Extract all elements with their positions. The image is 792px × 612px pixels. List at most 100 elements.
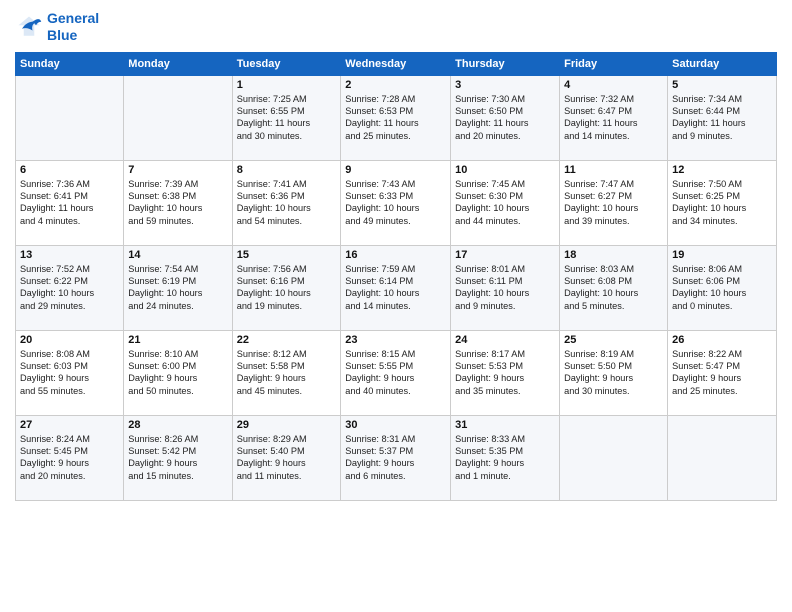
calendar-cell: 6 Sunrise: 7:36 AMSunset: 6:41 PMDaylight… (16, 160, 124, 245)
day-info: Sunrise: 8:29 AMSunset: 5:40 PMDaylight:… (237, 433, 337, 483)
calendar-cell (668, 415, 777, 500)
day-info: Sunrise: 7:59 AMSunset: 6:14 PMDaylight:… (345, 263, 446, 313)
day-number: 11 (564, 164, 663, 176)
day-info: Sunrise: 8:17 AMSunset: 5:53 PMDaylight:… (455, 348, 555, 398)
day-info: Sunrise: 7:56 AMSunset: 6:16 PMDaylight:… (237, 263, 337, 313)
weekday-header-thursday: Thursday (451, 52, 560, 75)
weekday-header-tuesday: Tuesday (232, 52, 341, 75)
calendar-cell: 1 Sunrise: 7:25 AMSunset: 6:55 PMDaylight… (232, 75, 341, 160)
day-number: 3 (455, 79, 555, 91)
calendar-cell: 4Sunrise: 7:32 AMSunset: 6:47 PMDaylight… (560, 75, 668, 160)
calendar-cell: 21 Sunrise: 8:10 AMSunset: 6:00 PMDayligh… (124, 330, 232, 415)
day-number: 29 (237, 419, 337, 431)
day-number: 30 (345, 419, 446, 431)
calendar-cell (124, 75, 232, 160)
calendar-week-2: 6 Sunrise: 7:36 AMSunset: 6:41 PMDaylight… (16, 160, 777, 245)
day-info: Sunrise: 8:22 AMSunset: 5:47 PMDaylight:… (672, 348, 772, 398)
calendar-table: SundayMondayTuesdayWednesdayThursdayFrid… (15, 52, 777, 501)
day-info: Sunrise: 8:15 AMSunset: 5:55 PMDaylight:… (345, 348, 446, 398)
calendar-cell: 7Sunrise: 7:39 AMSunset: 6:38 PMDaylight… (124, 160, 232, 245)
calendar-cell: 12 Sunrise: 7:50 AMSunset: 6:25 PMDayligh… (668, 160, 777, 245)
day-number: 19 (672, 249, 772, 261)
calendar-cell: 2 Sunrise: 7:28 AMSunset: 6:53 PMDaylight… (341, 75, 451, 160)
day-number: 9 (345, 164, 446, 176)
day-info: Sunrise: 7:39 AMSunset: 6:38 PMDaylight:… (128, 178, 227, 228)
calendar-cell: 18 Sunrise: 8:03 AMSunset: 6:08 PMDayligh… (560, 245, 668, 330)
calendar-cell: 14Sunrise: 7:54 AMSunset: 6:19 PMDayligh… (124, 245, 232, 330)
day-number: 25 (564, 334, 663, 346)
calendar-cell: 9 Sunrise: 7:43 AMSunset: 6:33 PMDaylight… (341, 160, 451, 245)
weekday-header-monday: Monday (124, 52, 232, 75)
day-info: Sunrise: 7:30 AMSunset: 6:50 PMDaylight:… (455, 93, 555, 143)
calendar-cell: 28 Sunrise: 8:26 AMSunset: 5:42 PMDayligh… (124, 415, 232, 500)
calendar-cell: 11 Sunrise: 7:47 AMSunset: 6:27 PMDayligh… (560, 160, 668, 245)
day-info: Sunrise: 7:47 AMSunset: 6:27 PMDaylight:… (564, 178, 663, 228)
calendar-cell: 26 Sunrise: 8:22 AMSunset: 5:47 PMDayligh… (668, 330, 777, 415)
calendar-cell: 27Sunrise: 8:24 AMSunset: 5:45 PMDayligh… (16, 415, 124, 500)
logo-text: General Blue (47, 10, 99, 44)
calendar-week-5: 27Sunrise: 8:24 AMSunset: 5:45 PMDayligh… (16, 415, 777, 500)
day-info: Sunrise: 8:26 AMSunset: 5:42 PMDaylight:… (128, 433, 227, 483)
day-number: 13 (20, 249, 119, 261)
day-number: 28 (128, 419, 227, 431)
day-number: 8 (237, 164, 337, 176)
calendar-cell: 3 Sunrise: 7:30 AMSunset: 6:50 PMDaylight… (451, 75, 560, 160)
calendar-cell: 29 Sunrise: 8:29 AMSunset: 5:40 PMDayligh… (232, 415, 341, 500)
day-info: Sunrise: 7:43 AMSunset: 6:33 PMDaylight:… (345, 178, 446, 228)
calendar-cell: 5Sunrise: 7:34 AMSunset: 6:44 PMDaylight… (668, 75, 777, 160)
day-number: 24 (455, 334, 555, 346)
weekday-header-sunday: Sunday (16, 52, 124, 75)
calendar-cell: 8 Sunrise: 7:41 AMSunset: 6:36 PMDaylight… (232, 160, 341, 245)
page-container: General Blue SundayMondayTuesdayWednesda… (0, 0, 792, 612)
day-info: Sunrise: 7:50 AMSunset: 6:25 PMDaylight:… (672, 178, 772, 228)
day-number: 20 (20, 334, 119, 346)
day-number: 5 (672, 79, 772, 91)
day-number: 22 (237, 334, 337, 346)
calendar-cell: 24 Sunrise: 8:17 AMSunset: 5:53 PMDayligh… (451, 330, 560, 415)
day-info: Sunrise: 7:32 AMSunset: 6:47 PMDaylight:… (564, 93, 663, 143)
calendar-cell: 25Sunrise: 8:19 AMSunset: 5:50 PMDayligh… (560, 330, 668, 415)
day-number: 10 (455, 164, 555, 176)
day-number: 21 (128, 334, 227, 346)
calendar-cell: 15 Sunrise: 7:56 AMSunset: 6:16 PMDayligh… (232, 245, 341, 330)
weekday-header-friday: Friday (560, 52, 668, 75)
day-info: Sunrise: 8:33 AMSunset: 5:35 PMDaylight:… (455, 433, 555, 483)
day-number: 26 (672, 334, 772, 346)
day-number: 6 (20, 164, 119, 176)
calendar-cell: 20 Sunrise: 8:08 AMSunset: 6:03 PMDayligh… (16, 330, 124, 415)
calendar-cell: 22Sunrise: 8:12 AMSunset: 5:58 PMDayligh… (232, 330, 341, 415)
calendar-cell: 13 Sunrise: 7:52 AMSunset: 6:22 PMDayligh… (16, 245, 124, 330)
calendar-week-1: 1 Sunrise: 7:25 AMSunset: 6:55 PMDaylight… (16, 75, 777, 160)
day-info: Sunrise: 7:36 AMSunset: 6:41 PMDaylight:… (20, 178, 119, 228)
day-info: Sunrise: 8:06 AMSunset: 6:06 PMDaylight:… (672, 263, 772, 313)
day-number: 27 (20, 419, 119, 431)
calendar-cell: 10 Sunrise: 7:45 AMSunset: 6:30 PMDayligh… (451, 160, 560, 245)
day-info: Sunrise: 7:52 AMSunset: 6:22 PMDaylight:… (20, 263, 119, 313)
day-number: 23 (345, 334, 446, 346)
day-info: Sunrise: 7:45 AMSunset: 6:30 PMDaylight:… (455, 178, 555, 228)
day-info: Sunrise: 8:01 AMSunset: 6:11 PMDaylight:… (455, 263, 555, 313)
day-number: 1 (237, 79, 337, 91)
calendar-cell: 23 Sunrise: 8:15 AMSunset: 5:55 PMDayligh… (341, 330, 451, 415)
day-info: Sunrise: 7:28 AMSunset: 6:53 PMDaylight:… (345, 93, 446, 143)
day-info: Sunrise: 7:41 AMSunset: 6:36 PMDaylight:… (237, 178, 337, 228)
day-number: 14 (128, 249, 227, 261)
day-info: Sunrise: 8:10 AMSunset: 6:00 PMDaylight:… (128, 348, 227, 398)
day-info: Sunrise: 8:31 AMSunset: 5:37 PMDaylight:… (345, 433, 446, 483)
day-number: 2 (345, 79, 446, 91)
calendar-cell: 19 Sunrise: 8:06 AMSunset: 6:06 PMDayligh… (668, 245, 777, 330)
weekday-header-wednesday: Wednesday (341, 52, 451, 75)
calendar-cell (16, 75, 124, 160)
header: General Blue (15, 10, 777, 44)
day-info: Sunrise: 8:03 AMSunset: 6:08 PMDaylight:… (564, 263, 663, 313)
day-number: 12 (672, 164, 772, 176)
day-info: Sunrise: 7:25 AMSunset: 6:55 PMDaylight:… (237, 93, 337, 143)
day-number: 15 (237, 249, 337, 261)
day-info: Sunrise: 8:08 AMSunset: 6:03 PMDaylight:… (20, 348, 119, 398)
calendar-cell: 31Sunrise: 8:33 AMSunset: 5:35 PMDayligh… (451, 415, 560, 500)
calendar-cell: 30 Sunrise: 8:31 AMSunset: 5:37 PMDayligh… (341, 415, 451, 500)
calendar-cell: 17 Sunrise: 8:01 AMSunset: 6:11 PMDayligh… (451, 245, 560, 330)
day-number: 18 (564, 249, 663, 261)
day-number: 17 (455, 249, 555, 261)
calendar-cell (560, 415, 668, 500)
